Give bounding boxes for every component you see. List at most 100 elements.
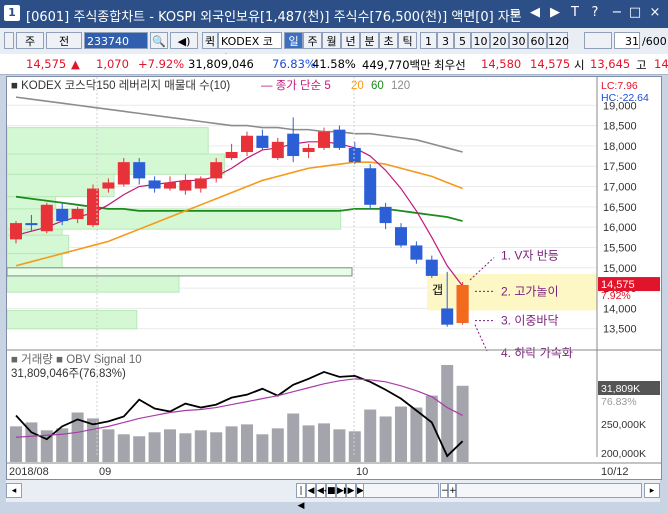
chart-area[interactable]: 13,50014,00014,50015,00015,50016,00016,5… (6, 76, 662, 480)
period-tab[interactable]: 일 (284, 32, 303, 49)
quick-button[interactable]: 퀵 (202, 32, 218, 49)
open-price: 13,645 (590, 57, 631, 71)
candle-body (71, 208, 84, 220)
bid-price: 14,575 (530, 57, 571, 71)
candle-body (25, 223, 38, 226)
volume-right-label: 76.83% (601, 396, 637, 408)
candle-body (117, 162, 130, 185)
volume-bar (287, 413, 300, 462)
nav-button[interactable]: ■ (326, 483, 336, 498)
search-button[interactable]: 전 (46, 32, 82, 49)
candle-body (148, 180, 161, 189)
interval-tab[interactable]: 20 (490, 32, 509, 49)
code-search-icon[interactable]: 🔍 (150, 32, 168, 49)
volume-bar (241, 424, 253, 462)
interval-tab[interactable]: 3 (437, 32, 454, 49)
candle-body (10, 223, 22, 240)
left-arrow-icon[interactable]: ◂ (6, 483, 22, 498)
window-number: 1 (4, 5, 20, 21)
title-bar: 1 [0601] 주식종합차트 - KOSPI 외국인보유[1,487(천)] … (0, 0, 668, 28)
legend-item: 60 (371, 80, 384, 92)
settings-button[interactable] (584, 32, 612, 49)
volume-right-label: 31,809K (601, 383, 640, 395)
minimize-icon[interactable]: − (608, 4, 626, 22)
interval-tab[interactable]: 10 (471, 32, 490, 49)
y-tick-label: 14,000 (603, 303, 637, 315)
scroll-track[interactable] (363, 483, 439, 498)
interval-tab[interactable]: 60 (528, 32, 547, 49)
x-tick-label: 2018/08 (9, 466, 49, 478)
hc-label: HC:-22.64 (601, 92, 649, 104)
nav-button[interactable]: ◀ (306, 483, 316, 498)
ask-price: 14,580 (481, 57, 522, 71)
candle-body (179, 180, 192, 191)
help-icon[interactable]: ? (586, 4, 604, 22)
y-tick-label: 17,500 (603, 161, 637, 173)
period-tab[interactable]: 주 (303, 32, 322, 49)
zoom-button[interactable]: + (448, 483, 457, 498)
y-tick-label: 16,500 (603, 202, 637, 214)
interval-tab[interactable]: 5 (454, 32, 471, 49)
y-tick-label: 15,000 (603, 263, 637, 275)
high-price: 14 (654, 57, 668, 71)
nav-button[interactable]: |◀ (296, 483, 306, 511)
trade-amount: 449,770백만 (362, 58, 431, 72)
close-icon[interactable]: × (646, 4, 664, 22)
text-icon[interactable]: T (566, 4, 584, 22)
volume-title: ■ 거래량 ■ OBV Signal 10 (11, 353, 142, 366)
window-title: [0601] 주식종합차트 - KOSPI 외국인보유[1,487(천)] 주식… (26, 10, 522, 25)
volume-bar (194, 430, 207, 462)
menu-icon[interactable]: ≡ (506, 4, 524, 22)
period-tab[interactable]: 분 (360, 32, 379, 49)
candle-body (302, 147, 315, 152)
maximize-icon[interactable]: □ (626, 4, 644, 22)
interval-tab[interactable]: 1 (420, 32, 437, 49)
candle-body (225, 151, 238, 159)
volume-right-label: 250,000K (601, 419, 646, 431)
chart-canvas[interactable]: 13,50014,00014,50015,00015,50016,00016,5… (6, 77, 661, 479)
volume-bar (410, 407, 423, 462)
zoom-button[interactable]: − (440, 483, 449, 498)
prev-icon[interactable]: ◀ (526, 4, 544, 22)
stock-code-input[interactable]: 233740 (84, 32, 148, 49)
chart-title: ■ KODEX 코스닥150 레버리지 매물대 수(10) (11, 79, 230, 92)
nav-button[interactable]: ▶ (346, 483, 356, 498)
stock-type-select[interactable]: 주 (16, 32, 44, 49)
nav-button[interactable]: ▶▶ (336, 483, 351, 498)
nav-button[interactable]: ◀◀ (316, 483, 331, 498)
volume-bar (117, 434, 130, 462)
count-total: /600 (642, 35, 667, 48)
up-arrow-icon: ▲ (71, 57, 80, 71)
volume-bar (456, 385, 469, 462)
right-arrow-icon[interactable]: ▸ (644, 483, 660, 498)
lc-label: LC:7.96 (601, 80, 638, 92)
best-price-label: 최우선 (434, 58, 466, 72)
change-percent: +7.92% (138, 57, 185, 71)
count-input[interactable]: 31 (614, 32, 640, 49)
period-tab[interactable]: 초 (379, 32, 398, 49)
volume-bar (179, 433, 192, 462)
quote-bar: 14,575 ▲ 1,070 +7.92% 31,809,046 76.83% … (0, 54, 668, 75)
price-panel: 13,50014,00014,50015,00015,50016,00016,5… (6, 79, 660, 360)
interval-tab[interactable]: 120 (547, 32, 569, 49)
panel-toggle[interactable] (4, 32, 14, 49)
zoom-track[interactable] (456, 483, 642, 498)
period-tab[interactable]: 틱 (398, 32, 417, 49)
interval-tab[interactable]: 30 (509, 32, 528, 49)
sound-icon[interactable]: ◀) (170, 32, 198, 49)
candle-body (333, 129, 346, 148)
volume-profile-bar (6, 127, 209, 155)
next-icon[interactable]: ▶ (546, 4, 564, 22)
price-change: 1,070 (96, 57, 129, 71)
candle-body (318, 131, 330, 148)
annotation-note: 1. V자 반등 (501, 249, 559, 263)
candle-body (287, 133, 300, 157)
candle-body (164, 182, 176, 189)
current-pct-tag: 7.92% (601, 290, 631, 302)
candle-body (241, 135, 253, 152)
turnover-rate: 41.58% (312, 57, 356, 71)
period-tab[interactable]: 월 (322, 32, 341, 49)
period-tab[interactable]: 년 (341, 32, 360, 49)
open-label: 시 (574, 58, 585, 72)
volume-info: 31,809,046주(76.83%) (11, 368, 126, 380)
